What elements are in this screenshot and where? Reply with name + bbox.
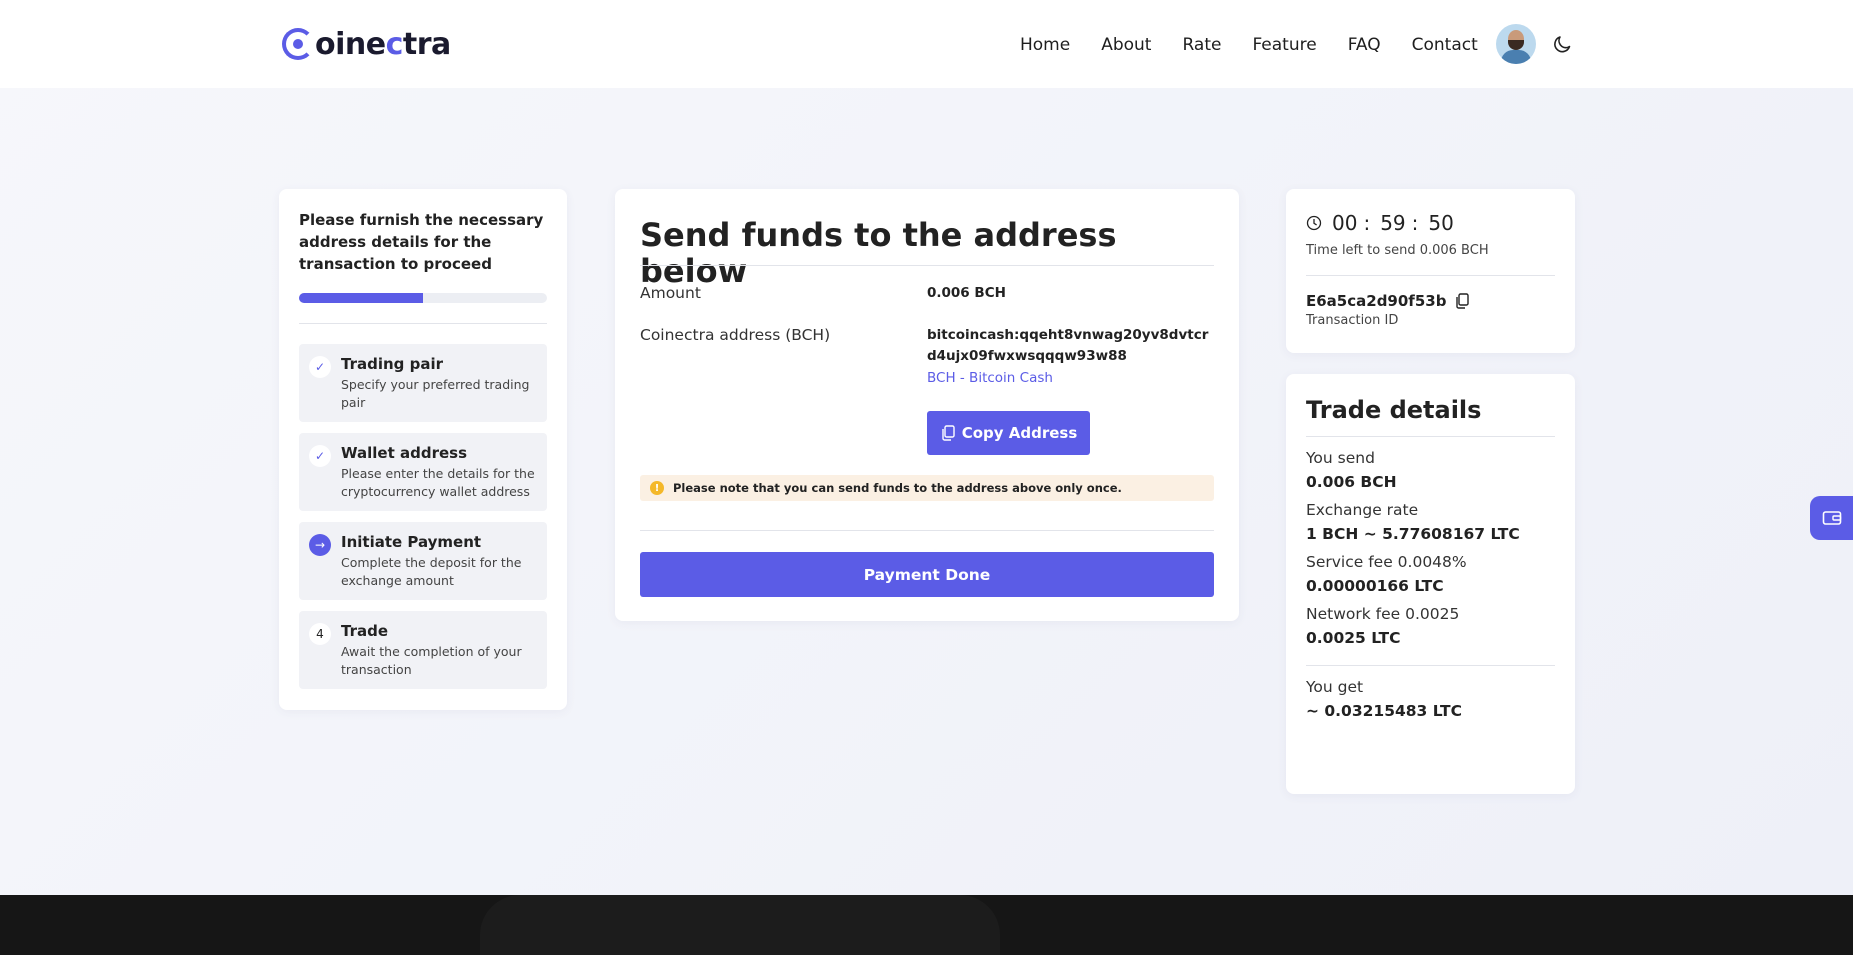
step-wallet-address[interactable]: ✓ Wallet address Please enter the detail… <box>299 433 547 511</box>
transaction-id-label: Transaction ID <box>1306 313 1399 328</box>
timer-caption: Time left to send 0.006 BCH <box>1306 243 1489 258</box>
nav-contact[interactable]: Contact <box>1412 35 1478 55</box>
nav-rate[interactable]: Rate <box>1182 35 1221 55</box>
step-trade[interactable]: 4 Trade Await the completion of your tra… <box>299 611 547 689</box>
exchange-rate-value: 1 BCH ~ 5.77608167 LTC <box>1306 525 1520 543</box>
timer-hours: 00 <box>1332 211 1358 235</box>
step-title: Trade <box>341 622 389 640</box>
you-send-value: 0.006 BCH <box>1306 473 1397 491</box>
logo-text-accent: c <box>385 26 404 62</box>
step-title: Trading pair <box>341 355 444 373</box>
nav-home[interactable]: Home <box>1020 35 1070 55</box>
logo-mark-icon <box>282 28 314 60</box>
wallet-side-tab[interactable] <box>1810 496 1853 540</box>
steps-title: Please furnish the necessary address det… <box>299 211 544 273</box>
step-desc: Please enter the details for the cryptoc… <box>341 466 535 499</box>
amount-label: Amount <box>640 284 701 302</box>
timer-sep: : <box>1363 211 1371 235</box>
main-nav: Home About Rate Feature FAQ Contact <box>1020 28 1509 62</box>
wallet-icon <box>1822 511 1841 525</box>
step-desc: Specify your preferred trading pair <box>341 377 530 410</box>
network-fee-value: 0.0025 LTC <box>1306 629 1401 647</box>
you-get-value: ~ 0.03215483 LTC <box>1306 702 1462 720</box>
copy-address-label: Copy Address <box>961 424 1078 442</box>
notice-divider <box>640 530 1214 531</box>
step-initiate-payment[interactable]: → Initiate Payment Complete the deposit … <box>299 522 547 600</box>
steps-progress-bar <box>299 293 547 303</box>
title-divider <box>640 265 1214 266</box>
clock-icon <box>1306 215 1322 231</box>
check-icon: ✓ <box>309 356 331 378</box>
payment-done-button[interactable]: Payment Done <box>640 552 1214 597</box>
step-trading-pair[interactable]: ✓ Trading pair Specify your preferred tr… <box>299 344 547 422</box>
network-fee-label: Network fee 0.0025 <box>1306 605 1460 623</box>
coin-network-link[interactable]: BCH - Bitcoin Cash <box>927 370 1053 386</box>
nav-feature[interactable]: Feature <box>1252 35 1316 55</box>
trade-details-title: Trade details <box>1306 396 1482 424</box>
step-desc: Await the completion of your transaction <box>341 644 522 677</box>
warning-icon: ! <box>650 481 664 495</box>
service-fee-value: 0.00000166 LTC <box>1306 577 1444 595</box>
countdown-timer: 00 : 59 : 50 <box>1306 211 1555 235</box>
trade-title-divider <box>1306 436 1555 437</box>
timer-panel: 00 : 59 : 50 Time left to send 0.006 BCH… <box>1286 189 1575 353</box>
arrow-right-icon: → <box>309 534 331 556</box>
step-desc: Complete the deposit for the exchange am… <box>341 555 522 588</box>
steps-divider <box>299 323 547 324</box>
address-label: Coinectra address (BCH) <box>640 326 831 344</box>
step-number: 4 <box>309 623 331 645</box>
service-fee-label: Service fee 0.0048% <box>1306 553 1467 571</box>
timer-minutes: 59 <box>1380 211 1406 235</box>
copy-icon <box>942 425 955 441</box>
copy-icon[interactable] <box>1454 293 1470 309</box>
top-header: oine c tra Home About Rate Feature FAQ Con… <box>0 0 1853 88</box>
send-funds-title: Send funds to the address below <box>640 216 1117 290</box>
you-get-label: You get <box>1306 678 1364 696</box>
logo-text-end: tra <box>402 26 451 62</box>
moon-icon[interactable] <box>1553 34 1573 54</box>
trade-details-panel: Trade details You send 0.006 BCH Exchang… <box>1286 374 1575 794</box>
footer <box>0 895 1853 955</box>
step-title: Initiate Payment <box>341 533 482 551</box>
timer-divider <box>1306 275 1555 276</box>
timer-sep: : <box>1411 211 1419 235</box>
nav-about[interactable]: About <box>1101 35 1151 55</box>
amount-value: 0.006 BCH <box>927 285 1006 301</box>
nav-faq[interactable]: FAQ <box>1348 35 1381 55</box>
transaction-id: E6a5ca2d90f53b <box>1306 292 1555 310</box>
notice-text: Please note that you can send funds to t… <box>673 481 1122 495</box>
logo-text-start: oine <box>315 26 386 62</box>
avatar-body <box>1501 50 1531 64</box>
timer-seconds: 50 <box>1428 211 1454 235</box>
transaction-id-value: E6a5ca2d90f53b <box>1306 292 1447 310</box>
coinectra-logo[interactable]: oine c tra <box>282 26 451 62</box>
step-title: Wallet address <box>341 444 468 462</box>
you-send-label: You send <box>1306 449 1375 467</box>
copy-address-button[interactable]: Copy Address <box>927 411 1090 455</box>
check-icon: ✓ <box>309 445 331 467</box>
notice-banner: ! Please note that you can send funds to… <box>640 475 1214 501</box>
steps-panel: Please furnish the necessary address det… <box>279 189 567 710</box>
avatar-beard <box>1508 40 1524 50</box>
footer-shape <box>480 895 1000 955</box>
deposit-address[interactable]: bitcoincash:qqeht8vnwag20yv8dvtcrd4ujx09… <box>927 325 1217 367</box>
send-funds-panel: Send funds to the address below Amount 0… <box>615 189 1239 621</box>
user-avatar[interactable] <box>1496 24 1536 64</box>
exchange-rate-label: Exchange rate <box>1306 501 1419 519</box>
trade-divider <box>1306 665 1555 666</box>
steps-progress-fill <box>299 293 423 303</box>
